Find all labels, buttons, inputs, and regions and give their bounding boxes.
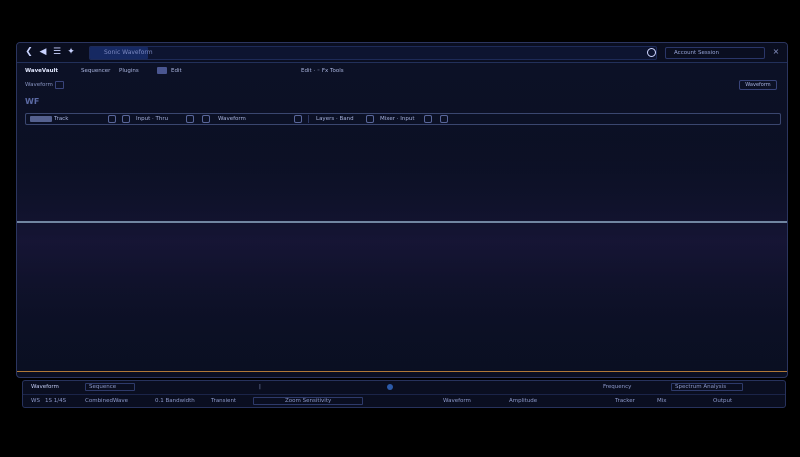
param-waveform-icon[interactable] (294, 115, 302, 123)
bottom-marker: | (259, 384, 261, 390)
app-window: ❮ ◀ ☰ ✦ Sonic Waveform Account Session ×… (16, 42, 788, 378)
bottom-ws[interactable]: WS (31, 395, 40, 407)
bottom-timesig[interactable]: 1S 1/4S (45, 395, 66, 407)
sequence-tab[interactable]: Sequence (89, 381, 116, 393)
playhead-knob[interactable] (387, 384, 393, 390)
forward-arrow-icon[interactable]: ◀ (37, 46, 49, 58)
menu-item-edit[interactable]: Edit (171, 65, 182, 77)
bottom-amplitude[interactable]: Amplitude (509, 395, 537, 407)
bottom-bandwidth[interactable]: 0.1 Bandwidth (155, 395, 195, 407)
param-settings-icon[interactable] (440, 115, 448, 123)
menu-icon[interactable]: ☰ (51, 46, 63, 58)
account-pill[interactable]: Account Session (665, 47, 765, 59)
waveform-glow (17, 129, 787, 377)
bottom-output[interactable]: Output (713, 395, 732, 407)
bookmark-icon[interactable]: ✦ (65, 46, 77, 58)
toolbar-toggle[interactable] (55, 81, 64, 89)
titlebar: ❮ ◀ ☰ ✦ Sonic Waveform Account Session × (17, 43, 787, 63)
menubar: WaveVault Sequencer Plugins Edit Edit · … (17, 65, 787, 77)
bottom-tracker[interactable]: Tracker (615, 395, 635, 407)
param-input[interactable]: Input · Thru (136, 114, 168, 124)
param-layers[interactable]: Layers · Band (316, 114, 354, 124)
channel-label: WF (25, 97, 40, 106)
back-arrow-icon[interactable]: ❮ (23, 46, 35, 58)
param-track-highlight (30, 116, 52, 122)
bottom-mix[interactable]: Mix (657, 395, 667, 407)
param-input-icon[interactable] (186, 115, 194, 123)
bottom-transient[interactable]: Transient (211, 395, 236, 407)
menu-item-plugins[interactable]: Plugins (119, 65, 139, 77)
bottom-waveform-label: Waveform (31, 384, 59, 390)
param-track[interactable]: Track (54, 114, 68, 124)
bottom-panel: Waveform Sequence | Frequency Spectrum A… (22, 380, 786, 408)
toolbar: Waveform Waveform (17, 79, 787, 91)
close-icon[interactable]: × (771, 47, 781, 57)
param-separator (308, 115, 309, 123)
frequency-label: Frequency (603, 384, 632, 390)
param-mixer-icon[interactable] (424, 115, 432, 123)
bottom-row-1: Waveform Sequence | Frequency Spectrum A… (23, 381, 785, 393)
param-layers-icon[interactable] (366, 115, 374, 123)
bottom-row-2: WS 1S 1/4S CombinedWave 0.1 Bandwidth Tr… (23, 395, 785, 407)
bottom-waveform[interactable]: Waveform (443, 395, 471, 407)
param-mixer[interactable]: Mixer · Input (380, 114, 415, 124)
app-brand: WaveVault (25, 68, 58, 74)
address-bar[interactable]: Sonic Waveform (89, 46, 657, 60)
param-dropdown-icon[interactable] (108, 115, 116, 123)
bottom-zoom[interactable]: Zoom Sensitivity (285, 395, 331, 407)
spectrum-analysis-tab[interactable]: Spectrum Analysis (675, 381, 726, 393)
menu-center-tools[interactable]: Edit · ◦ Fx Tools (301, 65, 344, 77)
toolbar-label: Waveform (25, 82, 53, 88)
param-power-icon[interactable] (122, 115, 130, 123)
waveform-centerline (17, 221, 787, 223)
param-waveform[interactable]: Waveform (218, 114, 246, 124)
bottom-combined[interactable]: CombinedWave (85, 395, 128, 407)
address-text: Sonic Waveform (104, 49, 153, 56)
waveform-display[interactable] (17, 129, 788, 378)
waveform-button[interactable]: Waveform (739, 80, 777, 90)
param-lock-icon[interactable] (202, 115, 210, 123)
globe-icon[interactable] (647, 48, 656, 57)
parameter-bar: Track Input · Thru Waveform Layers · Ban… (25, 113, 781, 125)
menu-item-sequencer[interactable]: Sequencer (81, 65, 110, 77)
menu-chip[interactable] (157, 67, 167, 74)
spectrum-baseline (17, 371, 787, 372)
